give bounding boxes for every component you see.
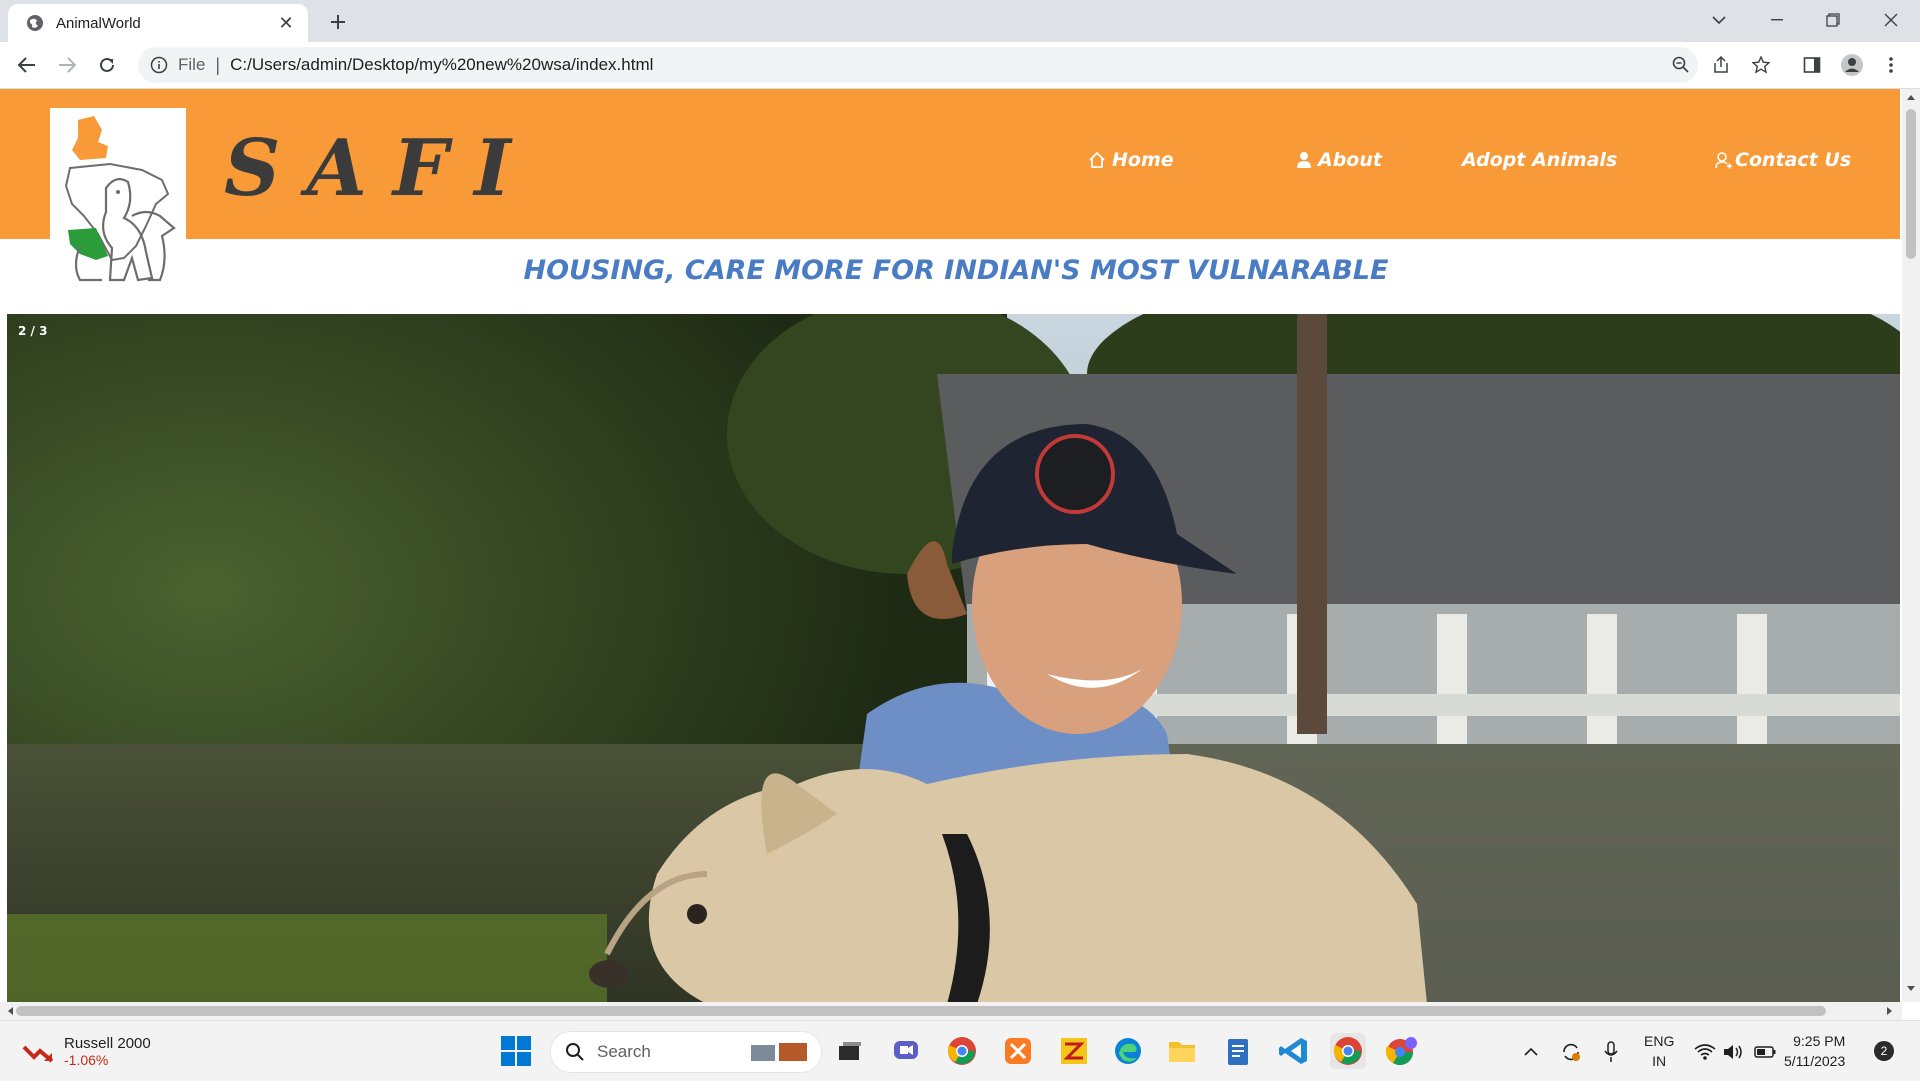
taskbar-clock[interactable]: 9:25 PM 5/11/2023 xyxy=(1784,1031,1845,1071)
person-icon xyxy=(1297,152,1311,168)
teams-chat-icon[interactable] xyxy=(888,1033,924,1069)
nav-about[interactable]: About xyxy=(1296,149,1382,171)
side-panel-icon[interactable] xyxy=(1797,50,1827,80)
lang-region: IN xyxy=(1652,1053,1667,1069)
reload-icon[interactable] xyxy=(92,50,122,80)
horizontal-scroll-thumb[interactable] xyxy=(16,1006,1826,1016)
nav-contact-us[interactable]: Contact Us xyxy=(1715,149,1851,171)
lang-code: ENG xyxy=(1644,1033,1675,1049)
chrome-active-icon[interactable] xyxy=(1330,1033,1366,1069)
ticker-name: Russell 2000 xyxy=(64,1035,151,1052)
nav-adopt-animals[interactable]: Adopt Animals xyxy=(1462,149,1617,171)
scroll-up-icon[interactable] xyxy=(1906,93,1916,101)
taskbar-search-box[interactable]: Search xyxy=(550,1031,822,1073)
vertical-scrollbar[interactable] xyxy=(1902,89,1920,1002)
zoom-icon[interactable] xyxy=(1666,50,1696,80)
profile-avatar-icon[interactable] xyxy=(1837,50,1867,80)
hero-slideshow-image[interactable]: 2 / 3 xyxy=(7,314,1900,1002)
clock-date: 5/11/2023 xyxy=(1784,1053,1846,1069)
home-icon xyxy=(1089,151,1105,168)
nav-home[interactable]: Home xyxy=(1088,149,1174,171)
browser-tab-strip: AnimalWorld ✕ xyxy=(0,0,1920,42)
url-text[interactable]: C:/Users/admin/Desktop/my%20new%20wsa/in… xyxy=(230,55,653,75)
notification-badge[interactable]: 2 xyxy=(1874,1041,1894,1061)
tab-title: AnimalWorld xyxy=(56,14,141,32)
new-tab-icon[interactable] xyxy=(324,8,352,36)
xampp-icon[interactable] xyxy=(1000,1033,1036,1069)
input-language-indicator[interactable]: ENG IN xyxy=(1644,1031,1674,1071)
rescuer-with-dog-photo xyxy=(7,314,1900,1002)
scroll-left-icon[interactable] xyxy=(6,1006,14,1016)
file-explorer-icon[interactable] xyxy=(1164,1033,1200,1069)
nav-about-label: About xyxy=(1318,149,1382,171)
volume-icon[interactable] xyxy=(1720,1039,1746,1065)
filezilla-icon[interactable] xyxy=(1056,1033,1092,1069)
sync-icon[interactable] xyxy=(1558,1039,1584,1065)
chrome-icon[interactable] xyxy=(944,1033,980,1069)
browser-toolbar: File | C:/Users/admin/Desktop/my%20new%2… xyxy=(0,42,1920,89)
minimize-icon[interactable] xyxy=(1754,0,1800,40)
address-bar[interactable]: File | C:/Users/admin/Desktop/my%20new%2… xyxy=(138,47,1770,83)
wifi-icon[interactable] xyxy=(1692,1039,1718,1065)
ticker-change: -1.06% xyxy=(64,1052,109,1068)
share-icon[interactable] xyxy=(1706,50,1736,80)
close-window-icon[interactable] xyxy=(1868,0,1914,40)
scroll-down-icon[interactable] xyxy=(1906,985,1916,993)
nav-contact-label: Contact Us xyxy=(1735,149,1852,171)
site-tagline: HOUSING, CARE MORE FOR INDIAN'S MOST VUL… xyxy=(523,255,1389,286)
edge-icon[interactable] xyxy=(1110,1033,1146,1069)
omnibox-separator: | xyxy=(215,54,221,75)
clock-time: 9:25 PM xyxy=(1793,1033,1846,1049)
task-view-icon[interactable] xyxy=(832,1033,868,1069)
slide-counter: 2 / 3 xyxy=(18,324,48,338)
site-logo[interactable] xyxy=(50,108,186,295)
stock-down-icon xyxy=(22,1045,54,1063)
notepad-icon[interactable] xyxy=(1220,1033,1256,1069)
browser-tab[interactable]: AnimalWorld ✕ xyxy=(8,4,308,42)
search-placeholder: Search xyxy=(597,1042,651,1061)
kebab-menu-icon[interactable] xyxy=(1876,50,1906,80)
windows-start-icon[interactable] xyxy=(500,1035,532,1067)
chrome-profile-icon[interactable] xyxy=(1384,1033,1420,1069)
page-viewport: SAFI Home About Adopt Animals Contact Us… xyxy=(0,89,1902,1002)
show-hidden-icons-chevron-icon[interactable] xyxy=(1518,1039,1544,1065)
back-icon[interactable] xyxy=(12,50,42,80)
scheme-label: File xyxy=(178,55,206,74)
forward-icon[interactable] xyxy=(52,50,82,80)
close-tab-icon[interactable]: ✕ xyxy=(274,11,298,35)
nav-adopt-label: Adopt Animals xyxy=(1462,149,1618,171)
scroll-right-icon[interactable] xyxy=(1886,1006,1894,1016)
battery-icon[interactable] xyxy=(1752,1039,1778,1065)
site-brand-title[interactable]: SAFI xyxy=(224,123,537,214)
search-highlight-icon xyxy=(751,1043,807,1061)
search-icon xyxy=(566,1043,584,1061)
info-icon[interactable] xyxy=(150,56,168,74)
india-pet-logo xyxy=(64,116,176,282)
vscode-icon[interactable] xyxy=(1276,1033,1312,1069)
bookmark-star-icon[interactable] xyxy=(1746,50,1776,80)
tab-search-icon[interactable] xyxy=(1696,0,1742,40)
nav-home-label: Home xyxy=(1112,149,1174,171)
windows-taskbar: Russell 2000 -1.06% Search ENG IN 9:25 P… xyxy=(0,1020,1920,1081)
restore-icon[interactable] xyxy=(1810,0,1856,40)
contact-icon xyxy=(1715,152,1732,169)
globe-icon xyxy=(27,15,43,31)
vertical-scroll-thumb[interactable] xyxy=(1906,109,1916,259)
stock-ticker-widget[interactable]: Russell 2000 -1.06% xyxy=(22,1035,151,1068)
horizontal-scrollbar[interactable] xyxy=(0,1002,1902,1020)
microphone-icon[interactable] xyxy=(1598,1039,1624,1065)
